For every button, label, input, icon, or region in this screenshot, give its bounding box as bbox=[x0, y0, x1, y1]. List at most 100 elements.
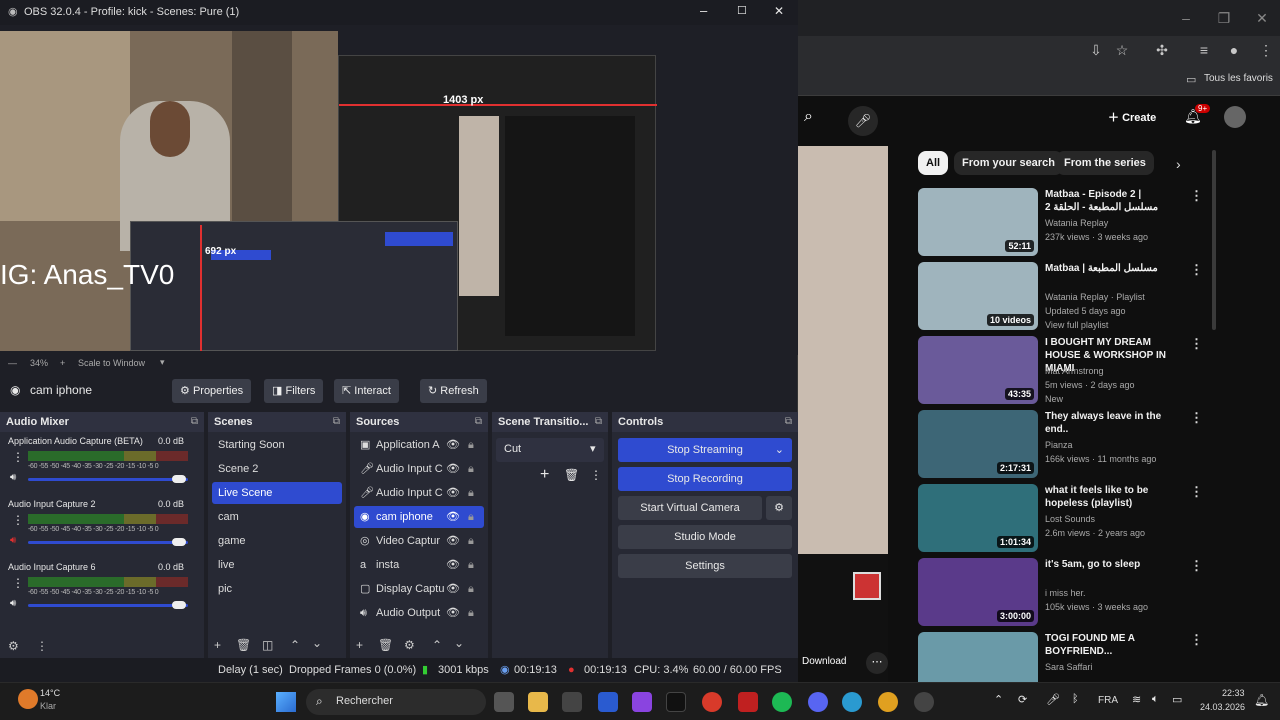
video-thumbnail[interactable]: 3:00:00 bbox=[918, 558, 1038, 626]
filters-icon[interactable]: ◫ bbox=[262, 638, 273, 652]
eye-icon[interactable]: 👁︎ bbox=[446, 482, 460, 504]
eye-icon[interactable]: 👁︎ bbox=[446, 434, 460, 456]
scene-item[interactable]: Scene 2 bbox=[212, 458, 342, 480]
lock-icon[interactable]: 🔒︎ bbox=[468, 482, 474, 504]
menu-dots-icon[interactable]: ⋮ bbox=[1190, 410, 1203, 426]
lock-icon[interactable]: 🔒︎ bbox=[468, 434, 474, 456]
video-thumbnail[interactable]: 1:01:34 bbox=[918, 484, 1038, 552]
microphone-icon[interactable]: 🎤︎ bbox=[1046, 693, 1060, 706]
scene-item[interactable]: live bbox=[212, 554, 342, 576]
create-button[interactable]: ＋ Create bbox=[1108, 109, 1156, 125]
video-title[interactable]: Matbaa - Episode 2 | مسلسل المطبعة - الح… bbox=[1045, 188, 1175, 214]
chevron-down-icon[interactable]: ▾ bbox=[160, 357, 165, 368]
volume-slider[interactable] bbox=[28, 541, 188, 544]
download-button[interactable]: Download bbox=[802, 656, 846, 667]
maximize-icon[interactable]: ☐ bbox=[737, 4, 747, 17]
menu-dots-icon[interactable]: ⋮ bbox=[12, 513, 24, 527]
down-icon[interactable]: ⌄ bbox=[454, 636, 464, 650]
scene-item[interactable]: cam bbox=[212, 506, 342, 528]
eye-icon[interactable]: 👁︎ bbox=[446, 602, 460, 624]
menu-dots-icon[interactable]: ⋮ bbox=[1254, 36, 1278, 64]
video-item[interactable]: 10 videos Matbaa | مسلسل المطبعة Watania R… bbox=[918, 262, 1208, 334]
chevron-down-icon[interactable]: ⌄ bbox=[775, 438, 784, 462]
menu-dots-icon[interactable]: ⋮ bbox=[1190, 632, 1203, 648]
battery-icon[interactable]: ▭ bbox=[1172, 693, 1182, 706]
maximize-icon[interactable]: ❐ bbox=[1212, 4, 1236, 32]
video-item[interactable]: 2:17:31 They always leave in the end.. Pia… bbox=[918, 410, 1208, 482]
video-extra[interactable]: View full playlist bbox=[1045, 318, 1108, 332]
menu-dots-icon[interactable]: ⋮ bbox=[590, 468, 602, 482]
scene-item[interactable]: Live Scene bbox=[212, 482, 342, 504]
eye-icon[interactable]: 👁︎ bbox=[446, 530, 460, 552]
video-player[interactable] bbox=[798, 146, 888, 554]
app-icon[interactable] bbox=[914, 692, 934, 712]
tiktok-icon[interactable] bbox=[666, 692, 686, 712]
video-thumbnail[interactable]: 52:11 bbox=[918, 188, 1038, 256]
menu-dots-icon[interactable]: ⋮ bbox=[1190, 558, 1203, 574]
video-title[interactable]: it's 5am, go to sleep bbox=[1045, 558, 1175, 571]
volume-slider-knob[interactable] bbox=[172, 538, 186, 546]
studio-mode-button[interactable]: Studio Mode bbox=[618, 525, 792, 549]
lock-icon[interactable]: 🔒︎ bbox=[468, 602, 474, 624]
zoom-value[interactable]: 34% bbox=[30, 358, 48, 368]
video-channel[interactable]: Pianza bbox=[1045, 438, 1073, 452]
vscode-icon[interactable] bbox=[598, 692, 618, 712]
notifications-icon[interactable]: 🔔︎ bbox=[1254, 693, 1269, 707]
obs-taskbar-icon[interactable] bbox=[562, 692, 582, 712]
eye-icon[interactable]: 👁︎ bbox=[446, 506, 460, 528]
install-icon[interactable]: ⇩ bbox=[1084, 36, 1108, 64]
popout-icon[interactable]: ⧉ bbox=[333, 412, 340, 432]
minimize-icon[interactable]: – bbox=[700, 3, 707, 18]
eye-icon[interactable]: 👁︎ bbox=[446, 578, 460, 600]
task-view-icon[interactable] bbox=[494, 692, 514, 712]
chrome-icon[interactable] bbox=[702, 692, 722, 712]
video-item[interactable]: 1:01:34 what it feels like to be hopeless… bbox=[918, 484, 1208, 556]
speaker-icon[interactable]: 🔊︎ bbox=[10, 598, 16, 609]
file-explorer-icon[interactable] bbox=[528, 692, 548, 712]
trash-icon[interactable]: 🗑︎ bbox=[236, 638, 251, 652]
avatar[interactable] bbox=[1224, 106, 1246, 128]
source-item[interactable]: ◎ Video Captur 👁︎ 🔒︎ bbox=[354, 530, 484, 552]
video-item[interactable]: 43:35 I BOUGHT MY DREAM HOUSE & WORKSHOP … bbox=[918, 336, 1208, 408]
video-channel[interactable]: i miss her. bbox=[1045, 586, 1086, 600]
lock-icon[interactable]: 🔒︎ bbox=[468, 458, 474, 480]
volume-slider-knob[interactable] bbox=[172, 601, 186, 609]
twitch-icon[interactable] bbox=[632, 692, 652, 712]
spotify-icon[interactable] bbox=[772, 692, 792, 712]
gear-icon[interactable]: ⚙ bbox=[404, 638, 415, 652]
video-channel[interactable]: Sara Saffari bbox=[1045, 660, 1092, 674]
eye-icon[interactable]: 👁︎ bbox=[446, 554, 460, 576]
add-icon[interactable]: + bbox=[356, 638, 363, 652]
wifi-icon[interactable]: ≋ bbox=[1132, 693, 1141, 706]
search-icon[interactable]: ⌕ bbox=[804, 108, 813, 126]
video-title[interactable]: TOGI FOUND ME A BOYFRIEND... bbox=[1045, 632, 1175, 658]
volume-icon[interactable]: 🔈︎ bbox=[1152, 693, 1159, 706]
filter-chip[interactable]: From your search bbox=[954, 151, 1063, 175]
eye-icon[interactable]: 👁︎ bbox=[446, 458, 460, 480]
trash-icon[interactable]: 🗑︎ bbox=[564, 468, 579, 482]
bluetooth-icon[interactable]: ᛒ bbox=[1072, 693, 1079, 705]
video-channel[interactable]: Lost Sounds bbox=[1045, 512, 1095, 526]
search-box[interactable]: ⌕ Rechercher bbox=[306, 689, 486, 715]
windows-start-icon[interactable] bbox=[276, 692, 296, 712]
transition-select[interactable]: Cut ▾ bbox=[496, 438, 604, 462]
properties-button[interactable]: ⚙ Properties bbox=[172, 379, 252, 403]
clock-time[interactable]: 22:33 bbox=[1222, 688, 1245, 698]
advanced-audio-icon[interactable]: ⚙ bbox=[8, 639, 19, 653]
volume-slider[interactable] bbox=[28, 604, 188, 607]
lock-icon[interactable]: 🔒︎ bbox=[468, 530, 474, 552]
video-thumbnail[interactable]: 43:35 bbox=[918, 336, 1038, 404]
video-title[interactable]: what it feels like to be hopeless (playl… bbox=[1045, 484, 1175, 510]
source-item[interactable]: ▣ Application A 👁︎ 🔒︎ bbox=[354, 434, 484, 456]
scene-item[interactable]: Starting Soon bbox=[212, 434, 342, 456]
source-item[interactable]: 🎤︎ Audio Input C 👁︎ 🔒︎ bbox=[354, 482, 484, 504]
stop-recording-button[interactable]: Stop Recording bbox=[618, 467, 792, 491]
more-icon[interactable]: ⋯ bbox=[866, 652, 888, 674]
video-channel[interactable]: Mat Armstrong bbox=[1045, 364, 1104, 378]
filter-chip[interactable]: All bbox=[918, 151, 949, 175]
source-item[interactable]: ▢ Display Captu 👁︎ 🔒︎ bbox=[354, 578, 484, 600]
speaker-icon[interactable]: 🔊︎ bbox=[10, 535, 16, 546]
video-channel[interactable]: Watania Replay bbox=[1045, 216, 1108, 230]
settings-button[interactable]: Settings bbox=[618, 554, 792, 578]
netflix-icon[interactable] bbox=[738, 692, 758, 712]
